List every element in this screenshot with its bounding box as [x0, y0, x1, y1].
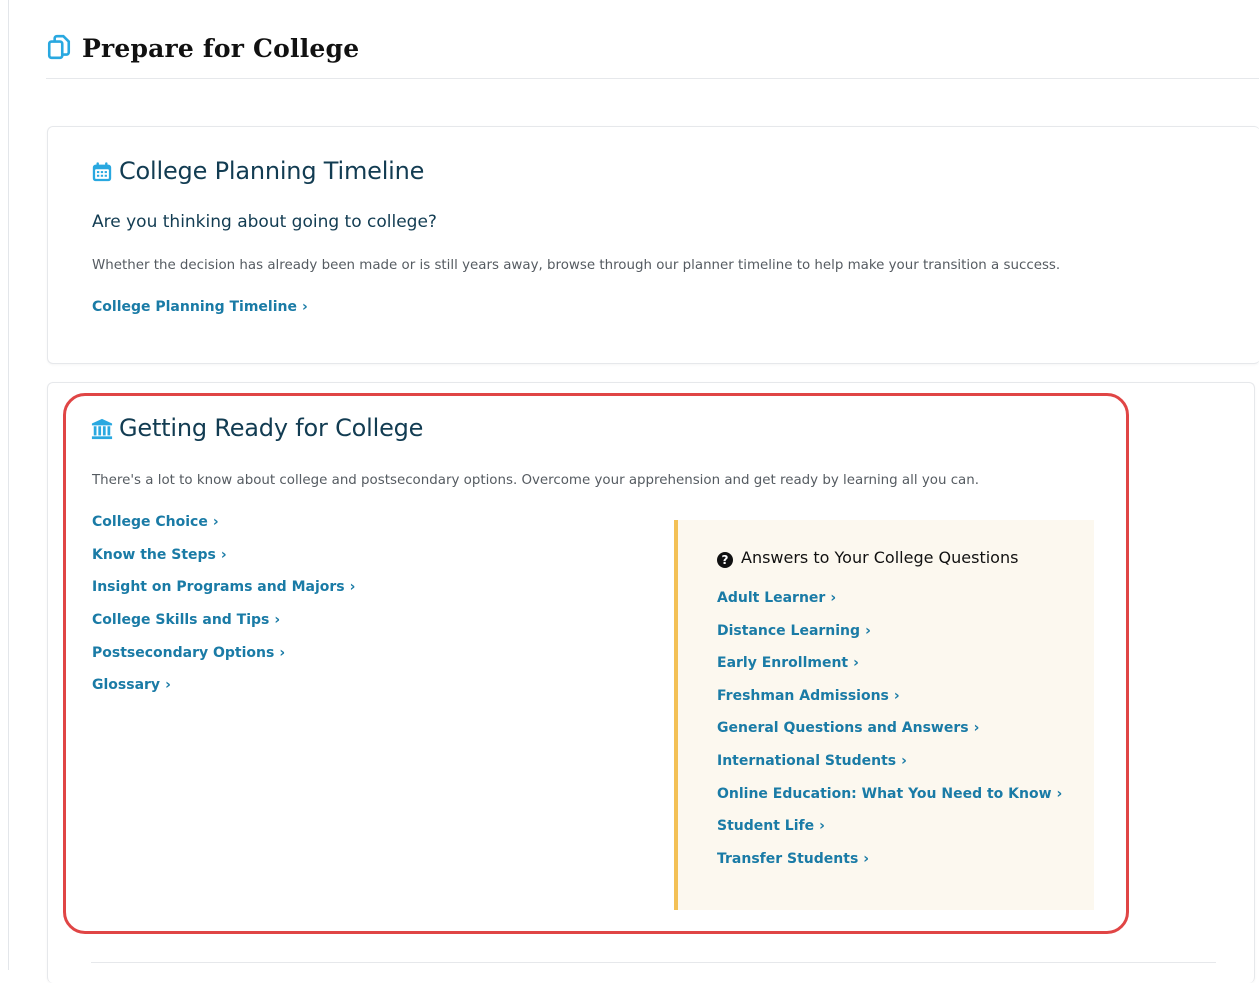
chevron-right-icon: ›	[901, 752, 907, 769]
chevron-right-icon: ›	[853, 655, 859, 672]
college-planning-timeline-link[interactable]: College Planning Timeline ›	[92, 299, 308, 315]
chevron-right-icon: ›	[212, 514, 219, 530]
link-label: Student Life	[717, 818, 815, 835]
link-label: College Choice	[92, 514, 208, 530]
link-label: General Questions and Answers	[717, 720, 969, 737]
page-title: Prepare for College	[82, 34, 360, 63]
chevron-right-icon: ›	[165, 677, 171, 694]
bottom-divider	[91, 962, 1216, 963]
student-life-link[interactable]: Student Life ›	[717, 817, 1062, 850]
programs-and-majors-link[interactable]: Insight on Programs and Majors ›	[92, 578, 355, 611]
chevron-right-icon: ›	[220, 546, 227, 563]
getting-ready-links: College Choice › Know the Steps › Insight …	[92, 513, 355, 709]
link-label: College Planning Timeline	[92, 299, 297, 315]
getting-ready-card-title-text: Getting Ready for College	[119, 414, 424, 442]
early-enrollment-link[interactable]: Early Enrollment ›	[717, 654, 1062, 687]
college-skills-link[interactable]: College Skills and Tips ›	[92, 611, 355, 644]
link-label: Know the Steps	[92, 546, 216, 563]
online-education-link[interactable]: Online Education: What You Need to Know ›	[717, 785, 1062, 818]
general-questions-link[interactable]: General Questions and Answers ›	[717, 719, 1062, 752]
college-questions-title: ? Answers to Your College Questions	[717, 548, 1018, 568]
chevron-right-icon: ›	[274, 612, 281, 629]
left-page-rule	[8, 0, 9, 970]
getting-ready-card-title: Getting Ready for College	[91, 414, 423, 442]
chevron-right-icon: ›	[865, 622, 871, 639]
timeline-card-subheading: Are you thinking about going to college?	[92, 212, 437, 232]
college-questions-callout: ? Answers to Your College Questions Adult…	[674, 520, 1094, 910]
know-the-steps-link[interactable]: Know the Steps ›	[92, 546, 355, 579]
chevron-right-icon: ›	[863, 850, 870, 867]
question-circle-icon: ?	[717, 552, 733, 568]
timeline-card-title-text: College Planning Timeline	[119, 157, 425, 185]
freshman-admissions-link[interactable]: Freshman Admissions ›	[717, 687, 1062, 720]
chevron-right-icon: ›	[1056, 785, 1063, 802]
bank-building-icon	[91, 418, 113, 440]
transfer-students-link[interactable]: Transfer Students ›	[717, 850, 1062, 883]
link-label: Adult Learner	[717, 590, 826, 606]
link-label: Glossary	[92, 677, 161, 694]
timeline-card-title: College Planning Timeline	[91, 157, 424, 185]
chevron-right-icon: ›	[349, 579, 356, 596]
chevron-right-icon: ›	[279, 644, 286, 661]
link-label: International Students	[717, 752, 897, 769]
link-label: Online Education: What You Need to Know	[717, 785, 1052, 802]
page-header: Prepare for College	[46, 30, 1259, 79]
distance-learning-link[interactable]: Distance Learning ›	[717, 622, 1062, 655]
postsecondary-options-link[interactable]: Postsecondary Options ›	[92, 644, 355, 677]
link-label: Postsecondary Options	[92, 644, 275, 661]
chevron-right-icon: ›	[830, 590, 837, 606]
adult-learner-link[interactable]: Adult Learner ›	[717, 589, 1062, 622]
timeline-card-description: Whether the decision has already been ma…	[92, 258, 1061, 273]
college-questions-title-text: Answers to Your College Questions	[741, 548, 1019, 567]
link-label: Transfer Students	[717, 850, 859, 867]
chevron-right-icon: ›	[301, 299, 308, 315]
link-label: Distance Learning	[717, 622, 861, 639]
glossary-link[interactable]: Glossary ›	[92, 676, 355, 709]
chevron-right-icon: ›	[893, 687, 900, 704]
international-students-link[interactable]: International Students ›	[717, 752, 1062, 785]
link-label: Insight on Programs and Majors	[92, 579, 345, 596]
timeline-card: College Planning Timeline Are you thinki…	[47, 126, 1259, 364]
college-questions-links: Adult Learner › Distance Learning › Early …	[717, 589, 1062, 882]
chevron-right-icon: ›	[973, 720, 980, 737]
calendar-icon	[92, 162, 112, 182]
copy-pages-icon	[47, 34, 71, 60]
chevron-right-icon: ›	[819, 818, 825, 835]
link-label: College Skills and Tips	[92, 612, 270, 629]
getting-ready-card-description: There's a lot to know about college and …	[92, 473, 980, 488]
link-label: Early Enrollment	[717, 655, 849, 672]
link-label: Freshman Admissions	[717, 687, 889, 704]
college-choice-link[interactable]: College Choice ›	[92, 513, 355, 546]
getting-ready-card: Getting Ready for College There's a lot …	[47, 382, 1255, 983]
